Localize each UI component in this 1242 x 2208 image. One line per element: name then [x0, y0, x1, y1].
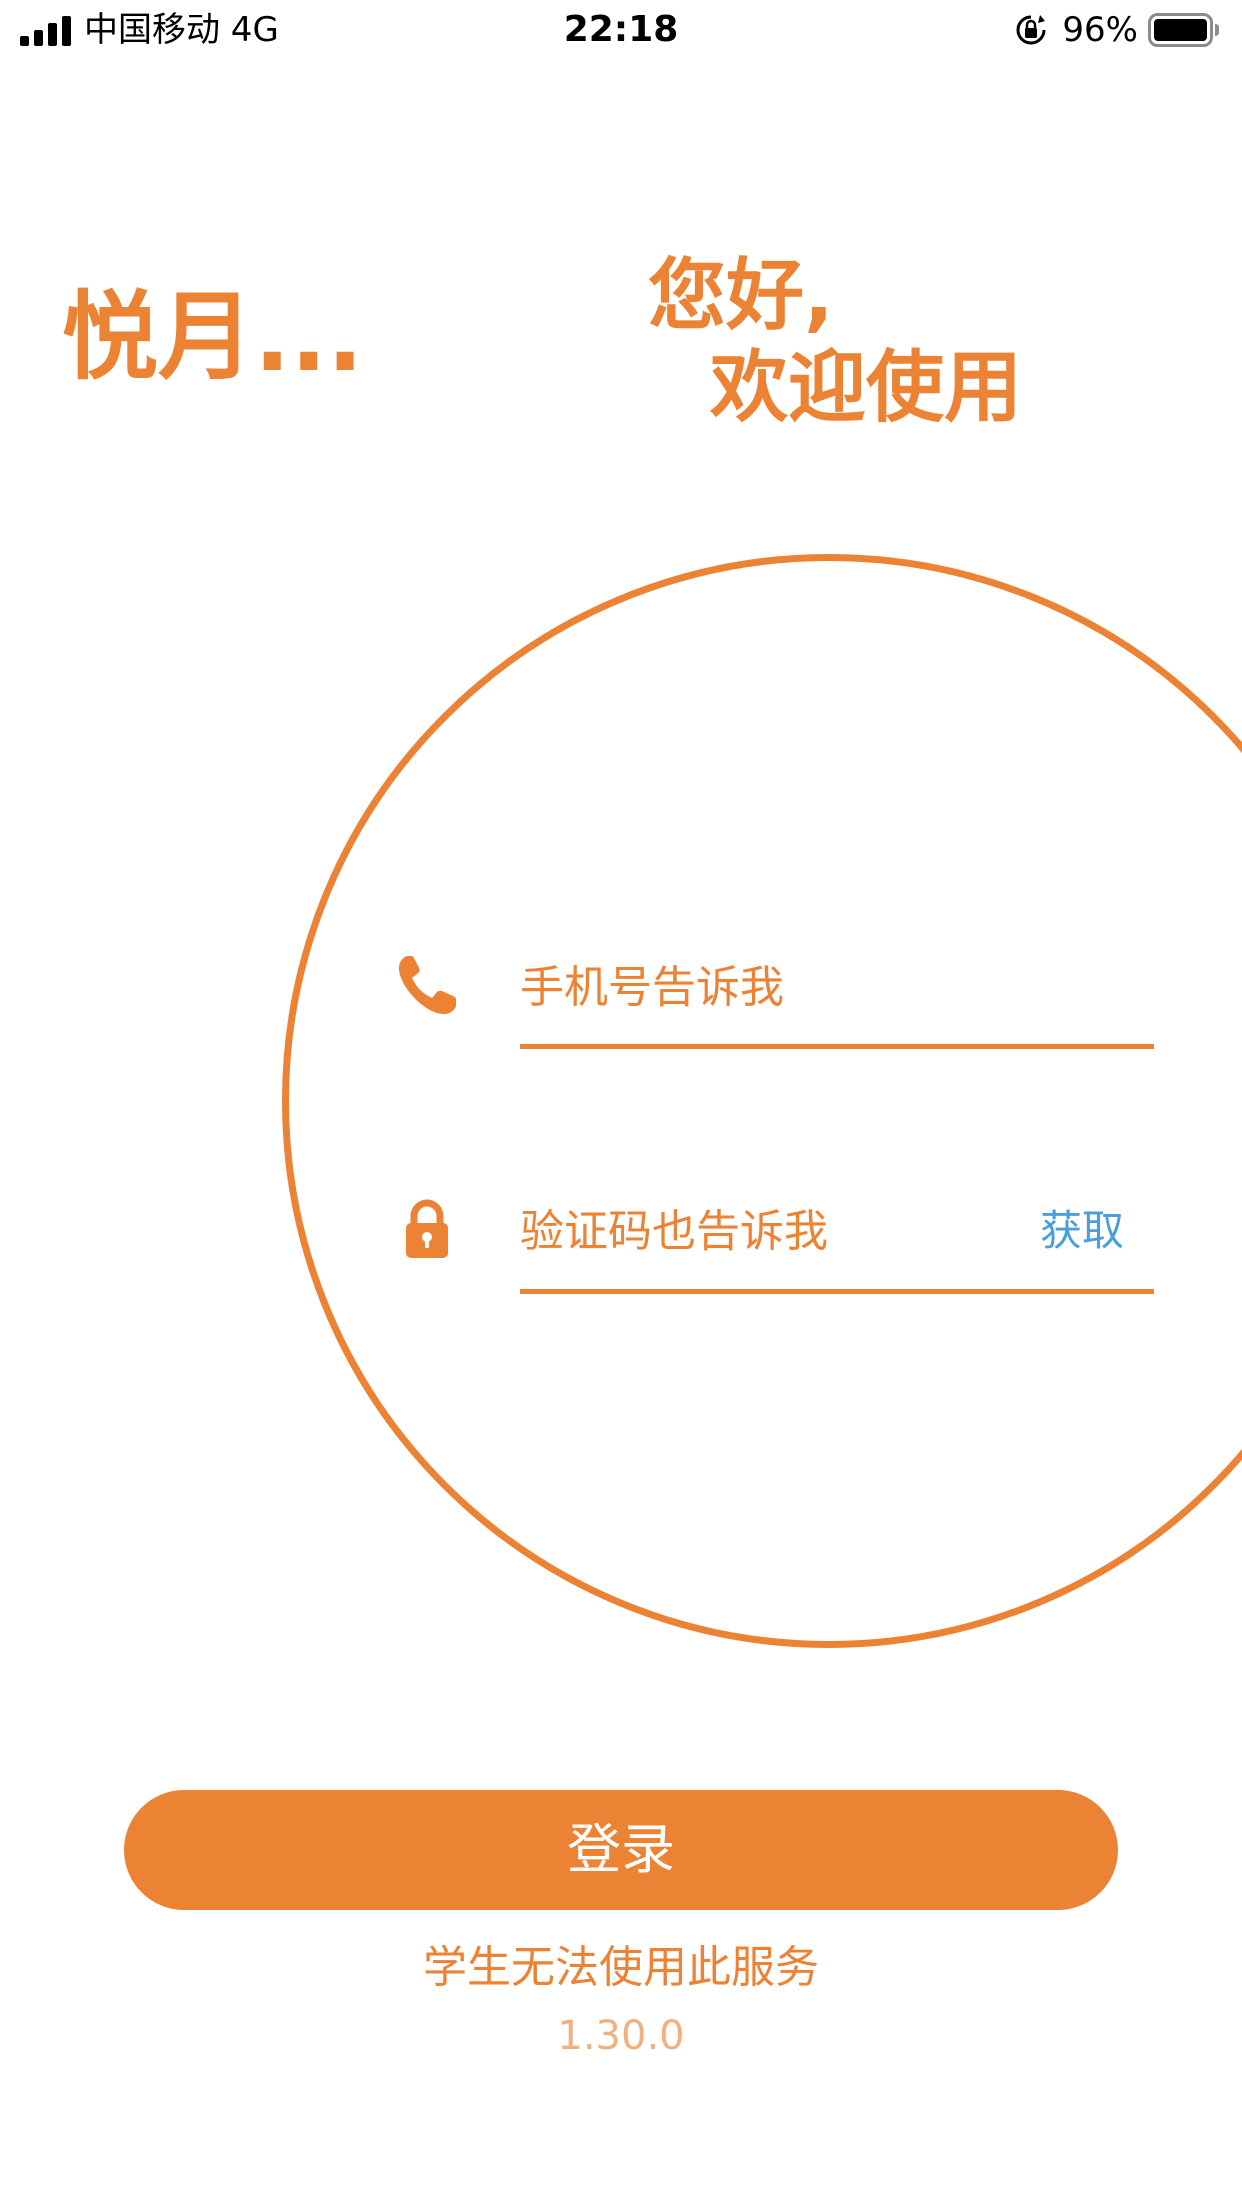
status-right-group: 96% [1014, 8, 1220, 52]
code-input-underline [520, 1289, 1154, 1294]
login-button[interactable]: 登录 [124, 1790, 1118, 1910]
orientation-lock-icon [1016, 15, 1046, 45]
greeting-line-2: 欢迎使用 [710, 343, 1023, 433]
login-screen: 中国移动 4G 22:18 96% 悦月... 您好, 欢迎使用 手机号告诉我 … [0, 0, 1242, 2208]
lock-icon [406, 1199, 448, 1258]
phone-input-underline [520, 1044, 1154, 1049]
version-label: 1.30.0 [557, 2013, 685, 2059]
student-notice: 学生无法使用此服务 [423, 1942, 819, 1993]
brand-title: 悦月... [62, 281, 364, 393]
battery-icon [1148, 13, 1219, 47]
verification-code-input[interactable] [520, 1196, 1000, 1266]
get-code-button[interactable]: 获取 [1040, 1200, 1124, 1262]
phone-input[interactable] [520, 952, 1150, 1022]
decorative-circle [282, 554, 1242, 1648]
greeting-line-1: 您好, [648, 251, 834, 341]
phone-icon [398, 956, 456, 1015]
battery-percent: 96% [1062, 10, 1138, 50]
status-bar: 中国移动 4G 22:18 96% [0, 0, 1242, 62]
